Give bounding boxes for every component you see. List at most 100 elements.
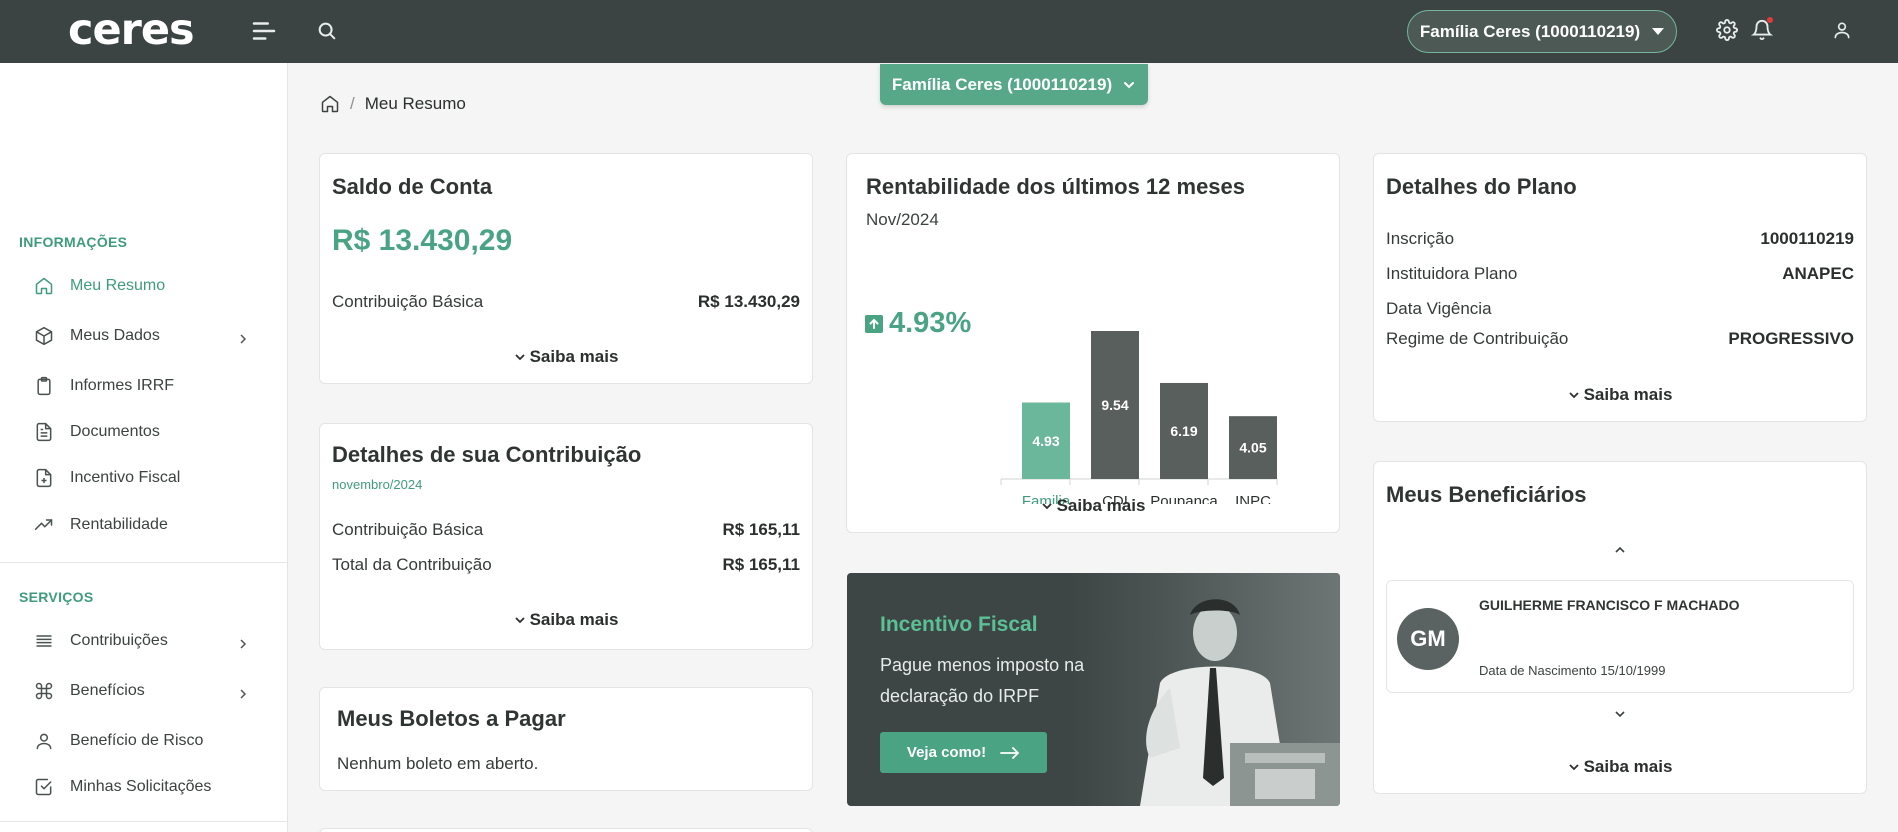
button-label: Veja como!: [906, 744, 987, 761]
next-card: [319, 828, 813, 832]
bell-icon[interactable]: [1750, 17, 1774, 41]
plan-select-dropdown[interactable]: Família Ceres (1000110219): [880, 64, 1148, 105]
contribuicao-title: Detalhes de sua Contribuição: [332, 442, 642, 467]
row-label: Contribuição Básica: [332, 292, 484, 311]
command-icon: [34, 681, 54, 701]
promo-title: Incentivo Fiscal: [880, 613, 1038, 636]
arrow-up-icon: [865, 314, 883, 333]
plano-more-button[interactable]: Saiba mais: [1374, 385, 1866, 405]
chart-data-label: 6.19: [1170, 423, 1197, 439]
sidebar: INFORMAÇÕES Meu Resumo Meus Dados Inform…: [0, 63, 288, 832]
search-icon[interactable]: [316, 20, 338, 42]
beneficiario-birth: Data de Nascimento 15/10/1999: [1479, 663, 1666, 678]
saldo-amount: R$ 13.430,29: [332, 224, 513, 257]
plan-select-label: Família Ceres (1000110219): [891, 74, 1113, 94]
sidebar-divider: [0, 562, 288, 563]
row-value: R$ 165,11: [722, 520, 800, 539]
sidebar-item-documentos[interactable]: Documentos: [34, 417, 264, 447]
chart-data-label: 4.93: [1032, 433, 1059, 449]
veja-como-button[interactable]: Veja como!: [880, 732, 1047, 773]
sidebar-item-beneficio-de-risco[interactable]: Benefício de Risco: [34, 726, 264, 756]
menu-toggle-icon[interactable]: [249, 16, 279, 46]
incentivo-fiscal-banner: Incentivo Fiscal Pague menos imposto na …: [847, 573, 1340, 806]
cube-icon: [34, 326, 54, 346]
rentabilidade-more-button[interactable]: Saiba mais: [847, 496, 1339, 516]
chevron-down-icon: [514, 617, 525, 624]
row-label: Total da Contribuição: [332, 555, 492, 574]
rentabilidade-card: Rentabilidade dos últimos 12 meses Nov/2…: [846, 153, 1340, 533]
sidebar-item-label: Meus Dados: [70, 327, 160, 344]
trending-up-icon: [34, 515, 54, 535]
chevron-down-icon: [1568, 392, 1579, 399]
row-label: Instituidora Plano: [1386, 264, 1518, 283]
row-label: Data Vigência: [1386, 299, 1492, 318]
saldo-title: Saldo de Conta: [332, 174, 493, 199]
chevron-up-icon[interactable]: [1613, 543, 1627, 557]
rentabilidade-bar-chart: 4.93Familia9.54CDI6.19Poupança4.05INPC: [1000, 331, 1278, 504]
sidebar-item-rentabilidade[interactable]: Rentabilidade: [34, 510, 264, 540]
promo-person-illustration: [1070, 573, 1340, 806]
sidebar-item-label: Documentos: [70, 423, 160, 440]
sidebar-section-servicos: SERVIÇOS: [19, 589, 94, 605]
row-label: Inscrição: [1386, 229, 1455, 248]
sidebar-item-label: Rentabilidade: [70, 516, 168, 533]
plan-switcher-label: Família Ceres (1000110219): [1419, 21, 1641, 41]
breadcrumb-separator: /: [350, 94, 355, 113]
chevron-down-icon: [1124, 81, 1135, 88]
chevron-down-icon[interactable]: [1613, 707, 1627, 721]
gear-icon[interactable]: [1716, 19, 1738, 41]
row-value: R$ 13.430,29: [697, 292, 800, 311]
beneficiarios-more-button[interactable]: Saiba mais: [1374, 757, 1866, 777]
clipboard-icon: [34, 376, 54, 396]
sidebar-item-label: Incentivo Fiscal: [70, 469, 181, 486]
notification-dot: [1767, 17, 1773, 23]
chevron-right-icon: [238, 636, 248, 649]
contribuicao-row: Contribuição Básica R$ 165,11: [332, 520, 800, 540]
saldo-row: Contribuição Básica R$ 13.430,29: [332, 292, 800, 312]
row-label: Contribuição Básica: [332, 520, 484, 539]
logo[interactable]: ceres: [68, 8, 195, 52]
sidebar-item-minhas-solicitacoes[interactable]: Minhas Solicitações: [34, 772, 264, 802]
caret-down-icon: [1652, 28, 1665, 35]
user-icon[interactable]: [1832, 20, 1852, 40]
sidebar-item-meu-resumo[interactable]: Meu Resumo: [34, 271, 264, 301]
plano-card: Detalhes do Plano Inscrição 1000110219 I…: [1373, 153, 1867, 422]
contribuicao-card: Detalhes de sua Contribuição novembro/20…: [319, 423, 813, 650]
boletos-empty-message: Nenhum boleto em aberto.: [337, 754, 539, 773]
sidebar-item-beneficios[interactable]: Benefícios: [34, 676, 264, 706]
row-value: R$ 165,11: [722, 555, 800, 574]
row-value: PROGRESSIVO: [1728, 329, 1854, 348]
user-icon: [34, 731, 54, 751]
beneficiarios-title: Meus Beneficiários: [1386, 482, 1587, 507]
sidebar-item-meus-dados[interactable]: Meus Dados: [34, 321, 264, 351]
row-value: ANAPEC: [1782, 264, 1854, 283]
plan-switcher-button[interactable]: Família Ceres (1000110219): [1407, 10, 1677, 53]
list-icon: [34, 631, 54, 651]
sidebar-item-incentivo-fiscal[interactable]: Incentivo Fiscal: [34, 463, 264, 493]
chevron-down-icon: [1568, 764, 1579, 771]
breadcrumb: / Meu Resumo: [320, 94, 466, 114]
sidebar-item-label: Meu Resumo: [70, 277, 166, 294]
kpi-value: 4.93%: [889, 307, 972, 339]
sidebar-item-contribuicoes[interactable]: Contribuições: [34, 626, 264, 656]
beneficiario-name: GUILHERME FRANCISCO F MACHADO: [1479, 597, 1740, 613]
document-icon: [34, 422, 54, 442]
sidebar-item-informes-irrf[interactable]: Informes IRRF: [34, 371, 264, 401]
plano-row: Data Vigência: [1386, 299, 1854, 319]
chevron-down-icon: [514, 354, 525, 361]
beneficiarios-card: Meus Beneficiários GM GUILHERME FRANCISC…: [1373, 461, 1867, 794]
breadcrumb-current: Meu Resumo: [364, 94, 466, 113]
plano-row: Inscrição 1000110219: [1386, 229, 1854, 249]
chevron-right-icon: [238, 686, 248, 699]
saldo-card: Saldo de Conta R$ 13.430,29 Contribuição…: [319, 153, 813, 384]
plano-row: Instituidora Plano ANAPEC: [1386, 264, 1854, 284]
sidebar-item-label: Contribuições: [70, 632, 168, 649]
contribuicao-period: novembro/2024: [332, 477, 423, 492]
plano-row: Regime de Contribuição PROGRESSIVO: [1386, 329, 1854, 349]
home-icon[interactable]: [320, 94, 340, 114]
saldo-more-button[interactable]: Saiba mais: [320, 347, 812, 367]
rentabilidade-period: Nov/2024: [866, 210, 939, 229]
promo-text: Pague menos imposto na declaração do IRP…: [880, 655, 1085, 706]
chevron-right-icon: [238, 331, 248, 344]
contribuicao-more-button[interactable]: Saiba mais: [320, 610, 812, 630]
